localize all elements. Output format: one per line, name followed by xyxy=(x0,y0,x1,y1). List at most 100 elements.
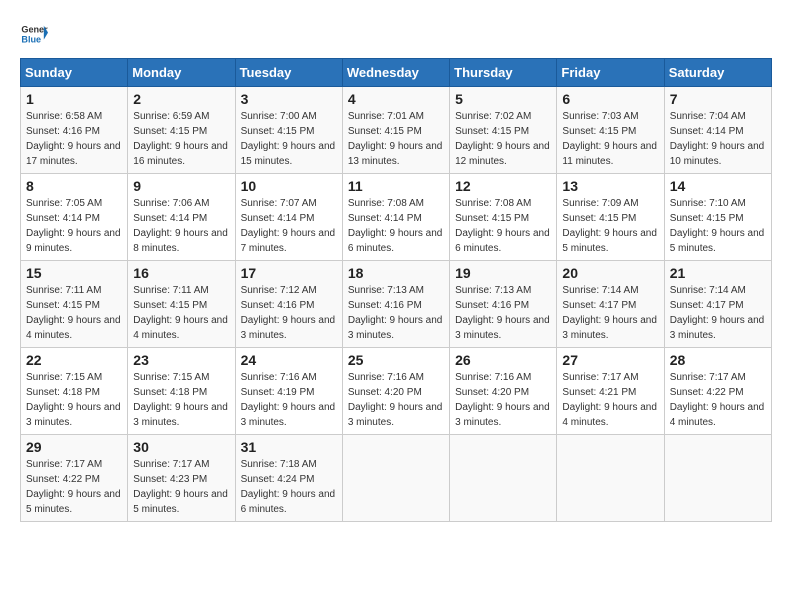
day-info: Sunrise: 7:08 AM Sunset: 4:15 PM Dayligh… xyxy=(455,196,551,256)
day-info: Sunrise: 7:14 AM Sunset: 4:17 PM Dayligh… xyxy=(562,283,658,343)
day-info: Sunrise: 7:17 AM Sunset: 4:22 PM Dayligh… xyxy=(670,370,766,430)
day-number: 6 xyxy=(562,91,658,107)
calendar-cell xyxy=(450,435,557,522)
day-info: Sunrise: 7:12 AM Sunset: 4:16 PM Dayligh… xyxy=(241,283,337,343)
day-info: Sunrise: 7:09 AM Sunset: 4:15 PM Dayligh… xyxy=(562,196,658,256)
col-header-tuesday: Tuesday xyxy=(235,59,342,87)
day-number: 20 xyxy=(562,265,658,281)
calendar-cell: 29 Sunrise: 7:17 AM Sunset: 4:22 PM Dayl… xyxy=(21,435,128,522)
calendar-cell: 16 Sunrise: 7:11 AM Sunset: 4:15 PM Dayl… xyxy=(128,261,235,348)
day-number: 22 xyxy=(26,352,122,368)
day-number: 26 xyxy=(455,352,551,368)
day-info: Sunrise: 7:03 AM Sunset: 4:15 PM Dayligh… xyxy=(562,109,658,169)
calendar-cell: 20 Sunrise: 7:14 AM Sunset: 4:17 PM Dayl… xyxy=(557,261,664,348)
logo-icon: General Blue xyxy=(20,20,48,48)
day-number: 5 xyxy=(455,91,551,107)
calendar-cell: 19 Sunrise: 7:13 AM Sunset: 4:16 PM Dayl… xyxy=(450,261,557,348)
day-info: Sunrise: 7:18 AM Sunset: 4:24 PM Dayligh… xyxy=(241,457,337,517)
day-number: 14 xyxy=(670,178,766,194)
day-number: 31 xyxy=(241,439,337,455)
day-info: Sunrise: 7:15 AM Sunset: 4:18 PM Dayligh… xyxy=(26,370,122,430)
day-info: Sunrise: 7:17 AM Sunset: 4:23 PM Dayligh… xyxy=(133,457,229,517)
calendar-cell: 14 Sunrise: 7:10 AM Sunset: 4:15 PM Dayl… xyxy=(664,174,771,261)
col-header-thursday: Thursday xyxy=(450,59,557,87)
day-number: 25 xyxy=(348,352,444,368)
day-info: Sunrise: 6:58 AM Sunset: 4:16 PM Dayligh… xyxy=(26,109,122,169)
day-number: 13 xyxy=(562,178,658,194)
day-number: 17 xyxy=(241,265,337,281)
calendar-cell: 1 Sunrise: 6:58 AM Sunset: 4:16 PM Dayli… xyxy=(21,87,128,174)
calendar-cell: 6 Sunrise: 7:03 AM Sunset: 4:15 PM Dayli… xyxy=(557,87,664,174)
day-info: Sunrise: 7:11 AM Sunset: 4:15 PM Dayligh… xyxy=(26,283,122,343)
day-info: Sunrise: 7:14 AM Sunset: 4:17 PM Dayligh… xyxy=(670,283,766,343)
day-number: 4 xyxy=(348,91,444,107)
day-info: Sunrise: 7:17 AM Sunset: 4:22 PM Dayligh… xyxy=(26,457,122,517)
day-number: 10 xyxy=(241,178,337,194)
calendar-cell: 18 Sunrise: 7:13 AM Sunset: 4:16 PM Dayl… xyxy=(342,261,449,348)
svg-text:Blue: Blue xyxy=(21,34,41,44)
calendar-week-5: 29 Sunrise: 7:17 AM Sunset: 4:22 PM Dayl… xyxy=(21,435,772,522)
col-header-wednesday: Wednesday xyxy=(342,59,449,87)
calendar-cell: 2 Sunrise: 6:59 AM Sunset: 4:15 PM Dayli… xyxy=(128,87,235,174)
day-info: Sunrise: 7:15 AM Sunset: 4:18 PM Dayligh… xyxy=(133,370,229,430)
day-number: 2 xyxy=(133,91,229,107)
day-info: Sunrise: 7:04 AM Sunset: 4:14 PM Dayligh… xyxy=(670,109,766,169)
day-number: 23 xyxy=(133,352,229,368)
day-number: 11 xyxy=(348,178,444,194)
calendar-cell: 11 Sunrise: 7:08 AM Sunset: 4:14 PM Dayl… xyxy=(342,174,449,261)
header: General Blue xyxy=(20,20,772,48)
calendar-cell: 24 Sunrise: 7:16 AM Sunset: 4:19 PM Dayl… xyxy=(235,348,342,435)
day-info: Sunrise: 7:13 AM Sunset: 4:16 PM Dayligh… xyxy=(348,283,444,343)
calendar-cell: 3 Sunrise: 7:00 AM Sunset: 4:15 PM Dayli… xyxy=(235,87,342,174)
col-header-saturday: Saturday xyxy=(664,59,771,87)
calendar-cell: 10 Sunrise: 7:07 AM Sunset: 4:14 PM Dayl… xyxy=(235,174,342,261)
day-info: Sunrise: 7:17 AM Sunset: 4:21 PM Dayligh… xyxy=(562,370,658,430)
day-number: 7 xyxy=(670,91,766,107)
day-number: 30 xyxy=(133,439,229,455)
col-header-friday: Friday xyxy=(557,59,664,87)
day-info: Sunrise: 7:01 AM Sunset: 4:15 PM Dayligh… xyxy=(348,109,444,169)
day-info: Sunrise: 7:08 AM Sunset: 4:14 PM Dayligh… xyxy=(348,196,444,256)
calendar-week-1: 1 Sunrise: 6:58 AM Sunset: 4:16 PM Dayli… xyxy=(21,87,772,174)
calendar-cell xyxy=(557,435,664,522)
calendar-cell: 12 Sunrise: 7:08 AM Sunset: 4:15 PM Dayl… xyxy=(450,174,557,261)
calendar-cell: 25 Sunrise: 7:16 AM Sunset: 4:20 PM Dayl… xyxy=(342,348,449,435)
calendar-week-3: 15 Sunrise: 7:11 AM Sunset: 4:15 PM Dayl… xyxy=(21,261,772,348)
day-number: 28 xyxy=(670,352,766,368)
day-info: Sunrise: 7:05 AM Sunset: 4:14 PM Dayligh… xyxy=(26,196,122,256)
calendar-week-4: 22 Sunrise: 7:15 AM Sunset: 4:18 PM Dayl… xyxy=(21,348,772,435)
day-number: 18 xyxy=(348,265,444,281)
day-info: Sunrise: 6:59 AM Sunset: 4:15 PM Dayligh… xyxy=(133,109,229,169)
day-number: 24 xyxy=(241,352,337,368)
calendar-cell: 7 Sunrise: 7:04 AM Sunset: 4:14 PM Dayli… xyxy=(664,87,771,174)
day-number: 3 xyxy=(241,91,337,107)
day-info: Sunrise: 7:13 AM Sunset: 4:16 PM Dayligh… xyxy=(455,283,551,343)
day-number: 16 xyxy=(133,265,229,281)
calendar-cell: 22 Sunrise: 7:15 AM Sunset: 4:18 PM Dayl… xyxy=(21,348,128,435)
day-info: Sunrise: 7:11 AM Sunset: 4:15 PM Dayligh… xyxy=(133,283,229,343)
day-number: 8 xyxy=(26,178,122,194)
calendar-cell: 9 Sunrise: 7:06 AM Sunset: 4:14 PM Dayli… xyxy=(128,174,235,261)
day-number: 27 xyxy=(562,352,658,368)
calendar-cell: 21 Sunrise: 7:14 AM Sunset: 4:17 PM Dayl… xyxy=(664,261,771,348)
calendar-cell: 5 Sunrise: 7:02 AM Sunset: 4:15 PM Dayli… xyxy=(450,87,557,174)
calendar-cell: 15 Sunrise: 7:11 AM Sunset: 4:15 PM Dayl… xyxy=(21,261,128,348)
day-number: 19 xyxy=(455,265,551,281)
day-info: Sunrise: 7:16 AM Sunset: 4:20 PM Dayligh… xyxy=(455,370,551,430)
day-number: 12 xyxy=(455,178,551,194)
calendar-table: SundayMondayTuesdayWednesdayThursdayFrid… xyxy=(20,58,772,522)
calendar-cell: 28 Sunrise: 7:17 AM Sunset: 4:22 PM Dayl… xyxy=(664,348,771,435)
day-number: 29 xyxy=(26,439,122,455)
day-info: Sunrise: 7:00 AM Sunset: 4:15 PM Dayligh… xyxy=(241,109,337,169)
calendar-cell: 30 Sunrise: 7:17 AM Sunset: 4:23 PM Dayl… xyxy=(128,435,235,522)
calendar-cell xyxy=(664,435,771,522)
calendar-cell: 23 Sunrise: 7:15 AM Sunset: 4:18 PM Dayl… xyxy=(128,348,235,435)
calendar-cell xyxy=(342,435,449,522)
col-header-sunday: Sunday xyxy=(21,59,128,87)
day-info: Sunrise: 7:10 AM Sunset: 4:15 PM Dayligh… xyxy=(670,196,766,256)
calendar-cell: 17 Sunrise: 7:12 AM Sunset: 4:16 PM Dayl… xyxy=(235,261,342,348)
calendar-week-2: 8 Sunrise: 7:05 AM Sunset: 4:14 PM Dayli… xyxy=(21,174,772,261)
calendar-cell: 8 Sunrise: 7:05 AM Sunset: 4:14 PM Dayli… xyxy=(21,174,128,261)
day-info: Sunrise: 7:16 AM Sunset: 4:19 PM Dayligh… xyxy=(241,370,337,430)
calendar-cell: 31 Sunrise: 7:18 AM Sunset: 4:24 PM Dayl… xyxy=(235,435,342,522)
